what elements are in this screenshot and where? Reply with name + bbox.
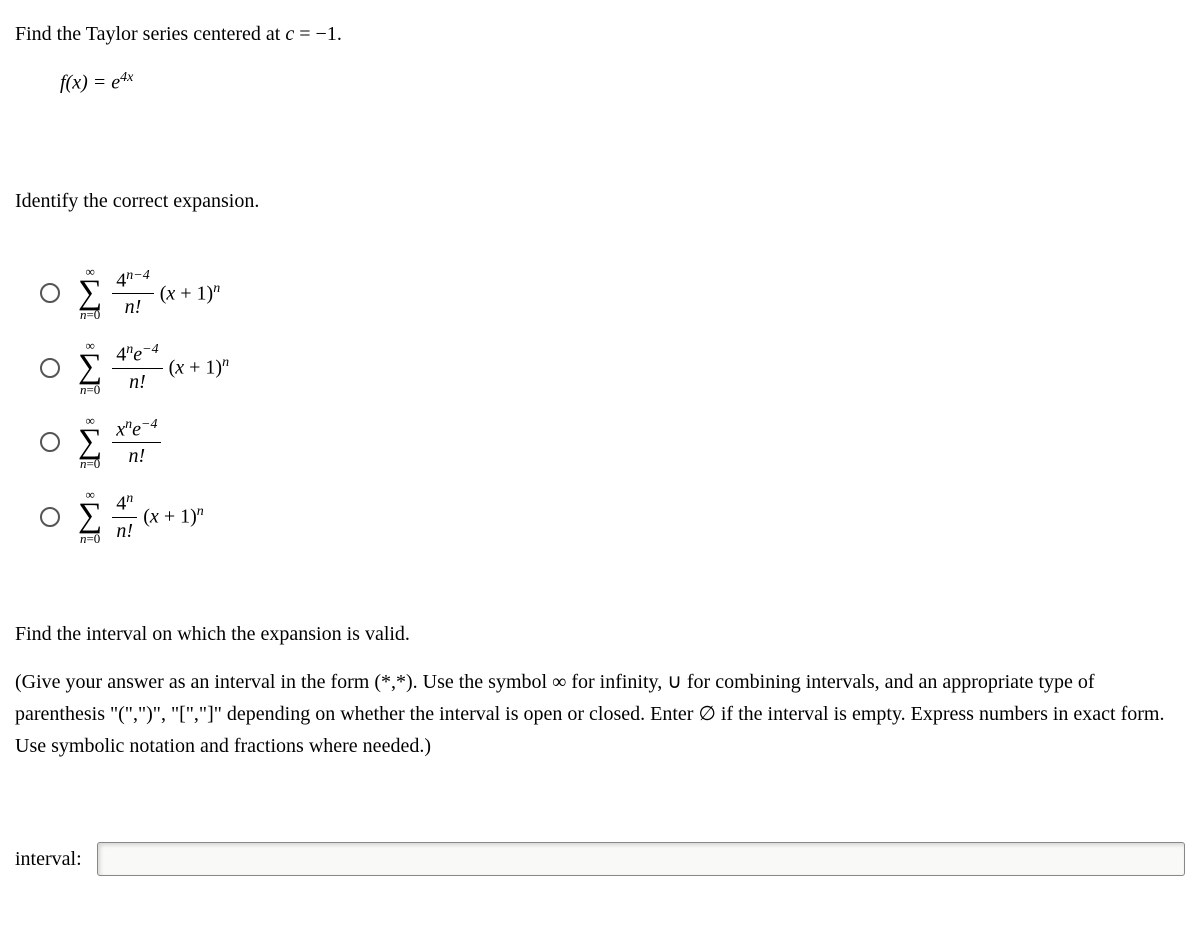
denominator: n! bbox=[125, 443, 150, 467]
instructions: (Give your answer as an interval in the … bbox=[15, 666, 1185, 762]
sigma-bottom: n=0 bbox=[80, 308, 100, 321]
options-group: ∞ ∑ n=0 4n−4 n! (x + 1)n ∞ ∑ n=0 4ne−4 n… bbox=[40, 265, 1185, 545]
denominator: n! bbox=[112, 518, 137, 542]
fraction: 4ne−4 n! bbox=[112, 342, 162, 393]
sigma-icon: ∑ bbox=[78, 278, 102, 309]
radio-icon[interactable] bbox=[40, 283, 60, 303]
radio-icon[interactable] bbox=[40, 507, 60, 527]
option-3-math: ∞ ∑ n=0 xne−4 n! bbox=[78, 414, 165, 471]
instructions-line2b: if the interval is empty. Express bbox=[716, 703, 974, 725]
term: (x + 1)n bbox=[160, 279, 221, 308]
numerator: 4n bbox=[112, 491, 137, 518]
option-4-math: ∞ ∑ n=0 4n n! (x + 1)n bbox=[78, 488, 204, 545]
instructions-line1: (Give your answer as an interval in the … bbox=[15, 671, 1033, 693]
option-1-math: ∞ ∑ n=0 4n−4 n! (x + 1)n bbox=[78, 265, 220, 322]
numerator: xne−4 bbox=[112, 417, 161, 444]
prompt-prefix: Find the Taylor series centered at bbox=[15, 23, 285, 45]
question-prompt: Find the Taylor series centered at c = −… bbox=[15, 20, 1185, 48]
interval-input[interactable] bbox=[97, 842, 1185, 876]
denominator: n! bbox=[121, 294, 146, 318]
option-3[interactable]: ∞ ∑ n=0 xne−4 n! bbox=[40, 414, 1185, 471]
emptyset-symbol: ∅ bbox=[698, 703, 715, 725]
sigma-block: ∞ ∑ n=0 bbox=[78, 339, 102, 396]
fraction: xne−4 n! bbox=[112, 417, 161, 468]
option-2[interactable]: ∞ ∑ n=0 4ne−4 n! (x + 1)n bbox=[40, 339, 1185, 396]
sigma-block: ∞ ∑ n=0 bbox=[78, 414, 102, 471]
function-definition: f(x) = e4x bbox=[60, 68, 1185, 97]
prompt-eq: = −1. bbox=[294, 23, 342, 45]
function-lhs: f(x) = bbox=[60, 72, 111, 94]
numerator: 4n−4 bbox=[112, 268, 153, 295]
answer-label: interval: bbox=[15, 845, 82, 873]
sigma-bottom: n=0 bbox=[80, 532, 100, 545]
numerator: 4ne−4 bbox=[112, 342, 162, 369]
sigma-block: ∞ ∑ n=0 bbox=[78, 488, 102, 545]
prompt-var: c bbox=[285, 23, 294, 45]
sigma-block: ∞ ∑ n=0 bbox=[78, 265, 102, 322]
option-1[interactable]: ∞ ∑ n=0 4n−4 n! (x + 1)n bbox=[40, 265, 1185, 322]
sigma-icon: ∑ bbox=[78, 352, 102, 383]
find-interval-prompt: Find the interval on which the expansion… bbox=[15, 620, 1185, 648]
function-exp: 4x bbox=[120, 70, 133, 85]
function-base: e bbox=[111, 72, 120, 94]
option-4[interactable]: ∞ ∑ n=0 4n n! (x + 1)n bbox=[40, 488, 1185, 545]
term: (x + 1)n bbox=[143, 502, 204, 531]
fraction: 4n n! bbox=[112, 491, 137, 542]
radio-icon[interactable] bbox=[40, 358, 60, 378]
fraction: 4n−4 n! bbox=[112, 268, 153, 319]
answer-row: interval: bbox=[15, 842, 1185, 876]
radio-icon[interactable] bbox=[40, 432, 60, 452]
sigma-icon: ∑ bbox=[78, 501, 102, 532]
sigma-bottom: n=0 bbox=[80, 457, 100, 470]
identify-prompt: Identify the correct expansion. bbox=[15, 187, 1185, 215]
option-2-math: ∞ ∑ n=0 4ne−4 n! (x + 1)n bbox=[78, 339, 229, 396]
sigma-icon: ∑ bbox=[78, 427, 102, 458]
denominator: n! bbox=[125, 369, 150, 393]
sigma-bottom: n=0 bbox=[80, 383, 100, 396]
term: (x + 1)n bbox=[169, 353, 230, 382]
